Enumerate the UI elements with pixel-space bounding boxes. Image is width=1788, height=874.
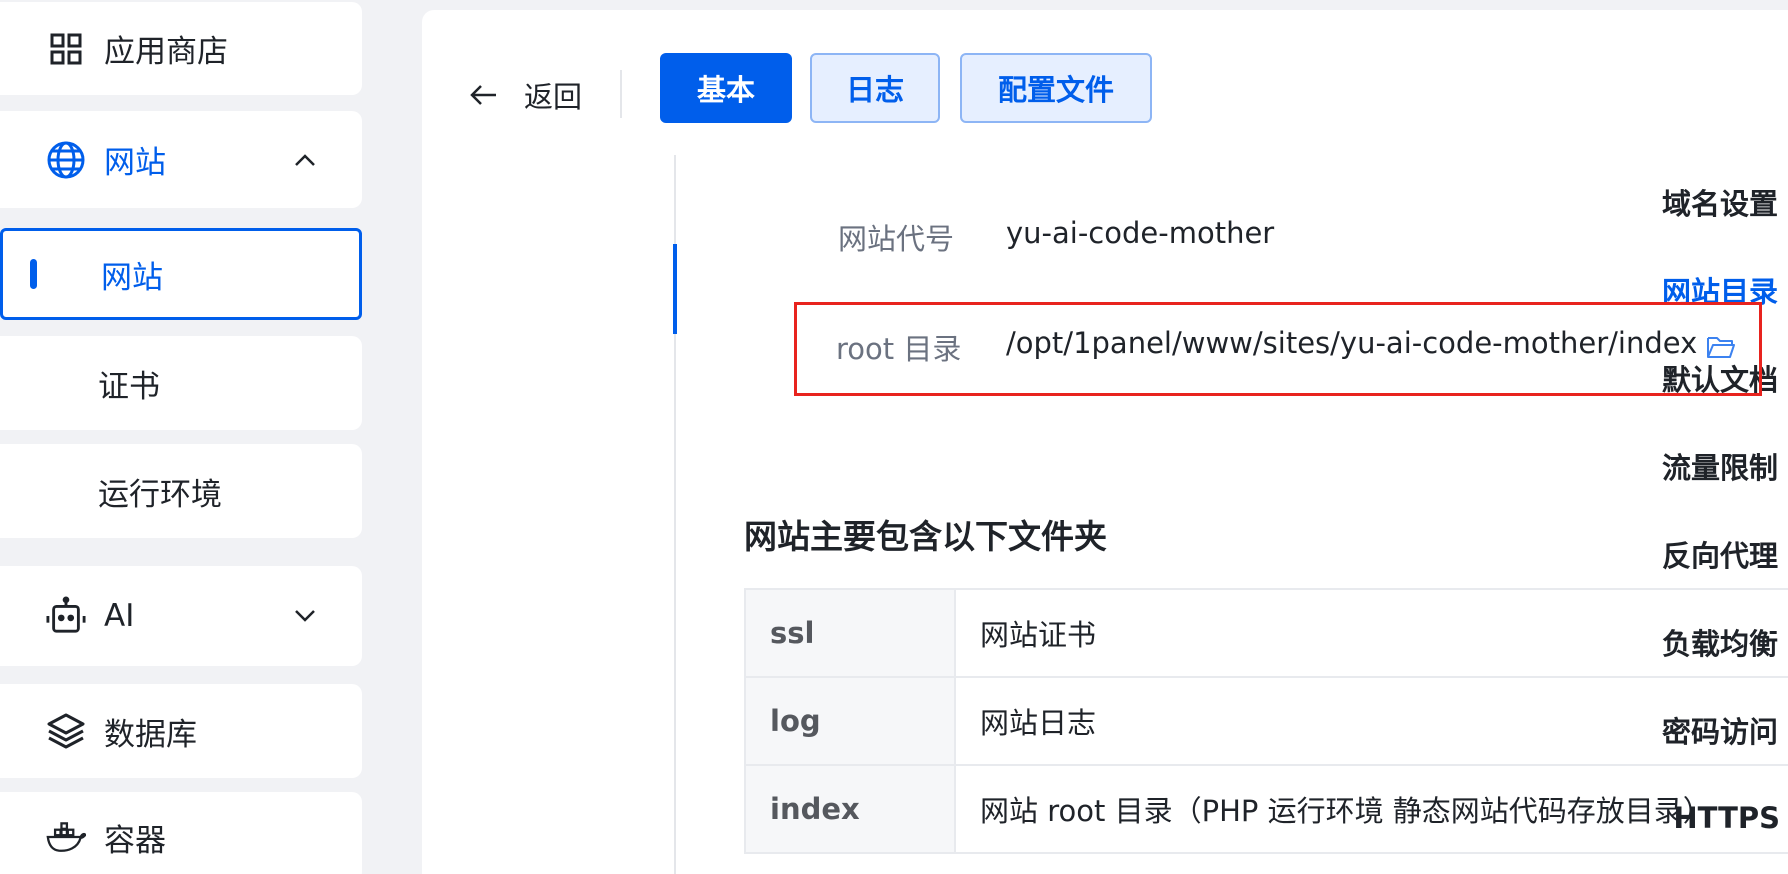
arrow-left-icon — [468, 79, 500, 111]
sidebar-item-website-group[interactable]: 网站 — [0, 111, 362, 208]
chevron-up-icon[interactable] — [290, 145, 320, 175]
main-panel: 返回 基本 日志 配置文件 域名设置 网站目录 默认文档 流量限制 反向代理 负… — [422, 10, 1788, 874]
folder-description: 网站证书 — [954, 588, 1788, 678]
sidebar-item-label: 应用商店 — [104, 34, 228, 70]
sidebar-item-ai[interactable]: AI — [0, 566, 362, 666]
robot-icon — [46, 596, 86, 636]
sidebar-item-label: 数据库 — [104, 716, 197, 753]
back-label: 返回 — [524, 80, 583, 114]
tab-config-file[interactable]: 配置文件 — [960, 53, 1152, 123]
grid-icon — [46, 29, 86, 69]
folder-description: 网站 root 目录（PHP 运行环境 静态网站代码存放目录） — [954, 764, 1788, 854]
root-label-wrap: root 目录 — [836, 326, 961, 368]
root-label: root 目录 — [836, 332, 962, 366]
chevron-down-icon[interactable] — [290, 601, 320, 631]
folder-open-icon[interactable] — [1706, 334, 1736, 360]
sidebar-item-label: 网站 — [104, 145, 166, 181]
sidebar-item-label: 网站 — [101, 259, 163, 296]
folder-name: index — [744, 764, 956, 854]
back-button[interactable]: 返回 — [468, 65, 582, 125]
table-row: ssl 网站证书 — [744, 588, 1788, 678]
root-value: /opt/1panel/www/sites/yu-ai-code-mother/… — [1006, 326, 1698, 360]
folders-table: ssl 网站证书 log 网站日志 index 网站 root 目录（PHP 运… — [744, 588, 1788, 854]
subnav-domain-settings[interactable]: 域名设置 — [1568, 172, 1788, 232]
table-row: index 网站 root 目录（PHP 运行环境 静态网站代码存放目录） — [744, 764, 1788, 854]
sidebar-item-label: 容器 — [104, 822, 166, 859]
folder-name: ssl — [744, 588, 956, 678]
sidebar: 应用商店 网站 网站 证书 运行环境 AI 数据库 容器 — [0, 0, 374, 874]
sidebar-item-runtime[interactable]: 运行环境 — [0, 444, 362, 538]
root-value-wrap: /opt/1panel/www/sites/yu-ai-code-mother/… — [1006, 326, 1697, 360]
subnav-traffic-limit[interactable]: 流量限制 — [1568, 436, 1788, 496]
sidebar-item-label: AI — [104, 598, 135, 634]
subnav-reverse-proxy[interactable]: 反向代理 — [1568, 524, 1788, 584]
folder-name: log — [744, 676, 956, 766]
site-code-value-wrap: yu-ai-code-mother — [1006, 216, 1274, 250]
subnav-active-indicator — [673, 244, 677, 334]
tab-basic[interactable]: 基本 — [660, 53, 792, 123]
sidebar-item-database[interactable]: 数据库 — [0, 684, 362, 778]
folder-description: 网站日志 — [954, 676, 1788, 766]
sidebar-item-label: 运行环境 — [98, 476, 222, 513]
sidebar-item-label: 证书 — [98, 368, 160, 405]
site-code-label: 网站代号 — [838, 222, 955, 256]
sidebar-item-app-store[interactable]: 应用商店 — [0, 2, 362, 95]
docker-icon — [46, 817, 86, 857]
table-row: log 网站日志 — [744, 676, 1788, 766]
folders-section-title: 网站主要包含以下文件夹 — [744, 517, 1107, 556]
site-code-row: 网站代号 — [838, 216, 954, 258]
sidebar-item-container[interactable]: 容器 — [0, 792, 362, 874]
active-indicator — [30, 259, 37, 289]
tab-logs[interactable]: 日志 — [810, 53, 940, 123]
divider — [620, 70, 622, 118]
layers-icon — [46, 711, 86, 751]
sidebar-item-certificate[interactable]: 证书 — [0, 336, 362, 430]
site-code-value: yu-ai-code-mother — [1006, 216, 1275, 250]
sidebar-item-website[interactable]: 网站 — [0, 228, 362, 320]
globe-icon — [46, 140, 86, 180]
